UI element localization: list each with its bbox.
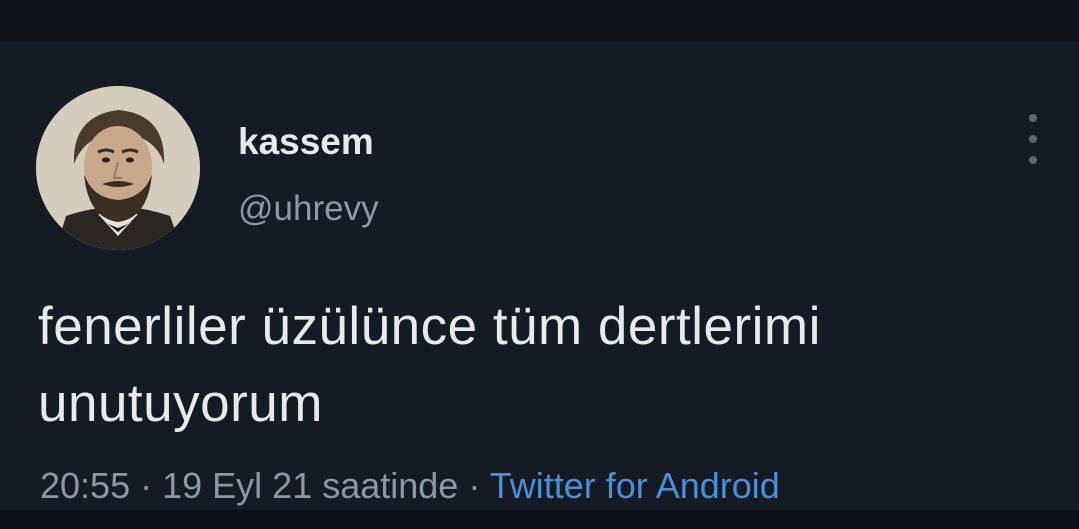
avatar[interactable]	[36, 86, 200, 250]
tweet-date[interactable]: 19 Eyl 21 saatinde	[162, 465, 458, 506]
user-handle[interactable]: @uhrevy	[238, 189, 379, 229]
more-dot	[1029, 114, 1037, 122]
meta-separator: ·	[468, 465, 490, 506]
tweet-source-link[interactable]: Twitter for Android	[490, 465, 780, 506]
display-name[interactable]: kassem	[238, 120, 374, 164]
top-bar	[0, 0, 1079, 42]
tweet-card[interactable]: kassem @uhrevy fenerliler üzülünce tüm d…	[0, 42, 1079, 510]
tweet-text-line: unutuyorum	[38, 374, 323, 433]
tweet-meta: 20:55 · 19 Eyl 21 saatinde · Twitter for…	[40, 464, 780, 508]
more-dot	[1029, 135, 1037, 143]
more-dot	[1029, 156, 1037, 164]
avatar-portrait-icon	[36, 86, 200, 250]
tweet-time[interactable]: 20:55	[40, 465, 130, 506]
meta-separator: ·	[140, 465, 163, 506]
tweet-text-line: fenerliler üzülünce tüm dertlerimi	[38, 297, 821, 356]
bottom-bar	[0, 510, 1079, 529]
tweet-text: fenerliler üzülünce tüm dertlerimi unutu…	[38, 288, 1058, 442]
more-options-icon[interactable]	[1018, 114, 1048, 164]
